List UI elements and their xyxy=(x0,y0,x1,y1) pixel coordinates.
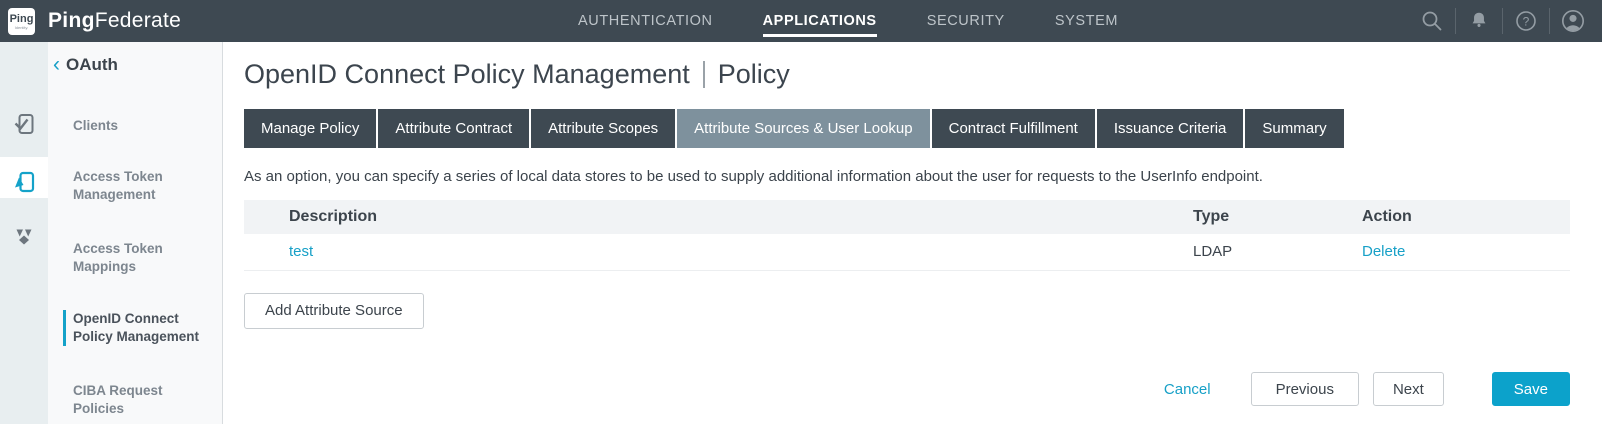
sidebar-back-oauth[interactable]: ‹ OAuth xyxy=(53,55,118,75)
tab-contract-fulfillment[interactable]: Contract Fulfillment xyxy=(932,109,1095,148)
nav-system[interactable]: SYSTEM xyxy=(1055,0,1118,42)
pingfederate-app: Ping Identity. PingFederate AUTHENTICATI… xyxy=(0,0,1602,424)
help-icon[interactable]: ? xyxy=(1503,0,1549,42)
main-menu: AUTHENTICATION APPLICATIONS SECURITY SYS… xyxy=(578,0,1118,42)
logo-text: Ping xyxy=(10,14,34,25)
brand-light: Federate xyxy=(95,9,181,33)
oauth-sidebar: ‹ OAuth Clients Access Token Management … xyxy=(0,42,223,424)
tab-attribute-sources-user-lookup[interactable]: Attribute Sources & User Lookup xyxy=(677,109,929,148)
tab-attribute-contract[interactable]: Attribute Contract xyxy=(378,109,529,148)
previous-button[interactable]: Previous xyxy=(1251,372,1359,406)
column-header-description: Description xyxy=(244,200,1193,234)
wizard-tabs: Manage Policy Attribute Contract Attribu… xyxy=(244,109,1570,148)
sidebar-item-access-token-mappings[interactable]: Access Token Mappings xyxy=(63,240,213,276)
page-title-context: Policy xyxy=(718,59,790,90)
column-header-action: Action xyxy=(1362,200,1570,234)
clients-icon[interactable] xyxy=(12,112,36,136)
next-button[interactable]: Next xyxy=(1373,372,1444,406)
cell-description: test xyxy=(244,234,1193,270)
nav-applications[interactable]: APPLICATIONS xyxy=(763,0,877,42)
topbar-icon-group: ? xyxy=(1409,0,1596,42)
tab-issuance-criteria[interactable]: Issuance Criteria xyxy=(1097,109,1244,148)
page-title: OpenID Connect Policy Management Policy xyxy=(244,59,1570,90)
title-divider xyxy=(703,61,705,88)
table-header-row: Description Type Action xyxy=(244,200,1570,234)
product-name: PingFederate xyxy=(48,0,181,42)
delete-link[interactable]: Delete xyxy=(1362,243,1405,260)
nav-authentication[interactable]: AUTHENTICATION xyxy=(578,0,713,42)
attribute-sources-table: Description Type Action test LDAP Delete xyxy=(244,200,1570,271)
notifications-bell-icon[interactable] xyxy=(1456,0,1502,42)
sidebar-item-ciba-request-policies[interactable]: CIBA Request Policies xyxy=(63,382,213,418)
sidebar-item-clients[interactable]: Clients xyxy=(63,117,213,135)
sidebar-section-label: OAuth xyxy=(66,55,118,75)
attribute-source-link[interactable]: test xyxy=(289,243,313,260)
main-content: OpenID Connect Policy Management Policy … xyxy=(224,42,1602,424)
tab-summary[interactable]: Summary xyxy=(1245,109,1343,148)
page-description: As an option, you can specify a series o… xyxy=(244,167,1570,187)
table-row: test LDAP Delete xyxy=(244,234,1570,270)
sidebar-item-access-token-management[interactable]: Access Token Management xyxy=(63,168,213,204)
cancel-link[interactable]: Cancel xyxy=(1164,381,1211,398)
page-title-main: OpenID Connect Policy Management xyxy=(244,59,690,90)
add-attribute-source-button[interactable]: Add Attribute Source xyxy=(244,293,424,329)
footer-actions: Cancel Previous Next Save xyxy=(1164,372,1570,406)
ping-identity-logo[interactable]: Ping Identity. xyxy=(8,8,35,35)
column-header-type: Type xyxy=(1193,200,1362,234)
save-button[interactable]: Save xyxy=(1492,372,1570,406)
account-avatar-icon[interactable] xyxy=(1550,0,1596,42)
sidebar-icon-rail xyxy=(0,42,48,424)
chevron-left-icon: ‹ xyxy=(53,55,60,75)
tab-manage-policy[interactable]: Manage Policy xyxy=(244,109,376,148)
top-navigation-bar: Ping Identity. PingFederate AUTHENTICATI… xyxy=(0,0,1602,42)
nav-security[interactable]: SECURITY xyxy=(927,0,1005,42)
sidebar-item-openid-connect-policy-management[interactable]: OpenID Connect Policy Management xyxy=(63,310,213,346)
logo-subtext: Identity. xyxy=(15,25,29,30)
access-token-mappings-icon[interactable] xyxy=(12,224,36,248)
tab-attribute-scopes[interactable]: Attribute Scopes xyxy=(531,109,675,148)
cell-action: Delete xyxy=(1362,234,1570,270)
search-icon[interactable] xyxy=(1409,0,1455,42)
brand-bold: Ping xyxy=(48,9,95,33)
cell-type: LDAP xyxy=(1193,234,1362,270)
svg-text:?: ? xyxy=(1523,14,1530,28)
access-token-management-icon[interactable] xyxy=(12,170,36,194)
